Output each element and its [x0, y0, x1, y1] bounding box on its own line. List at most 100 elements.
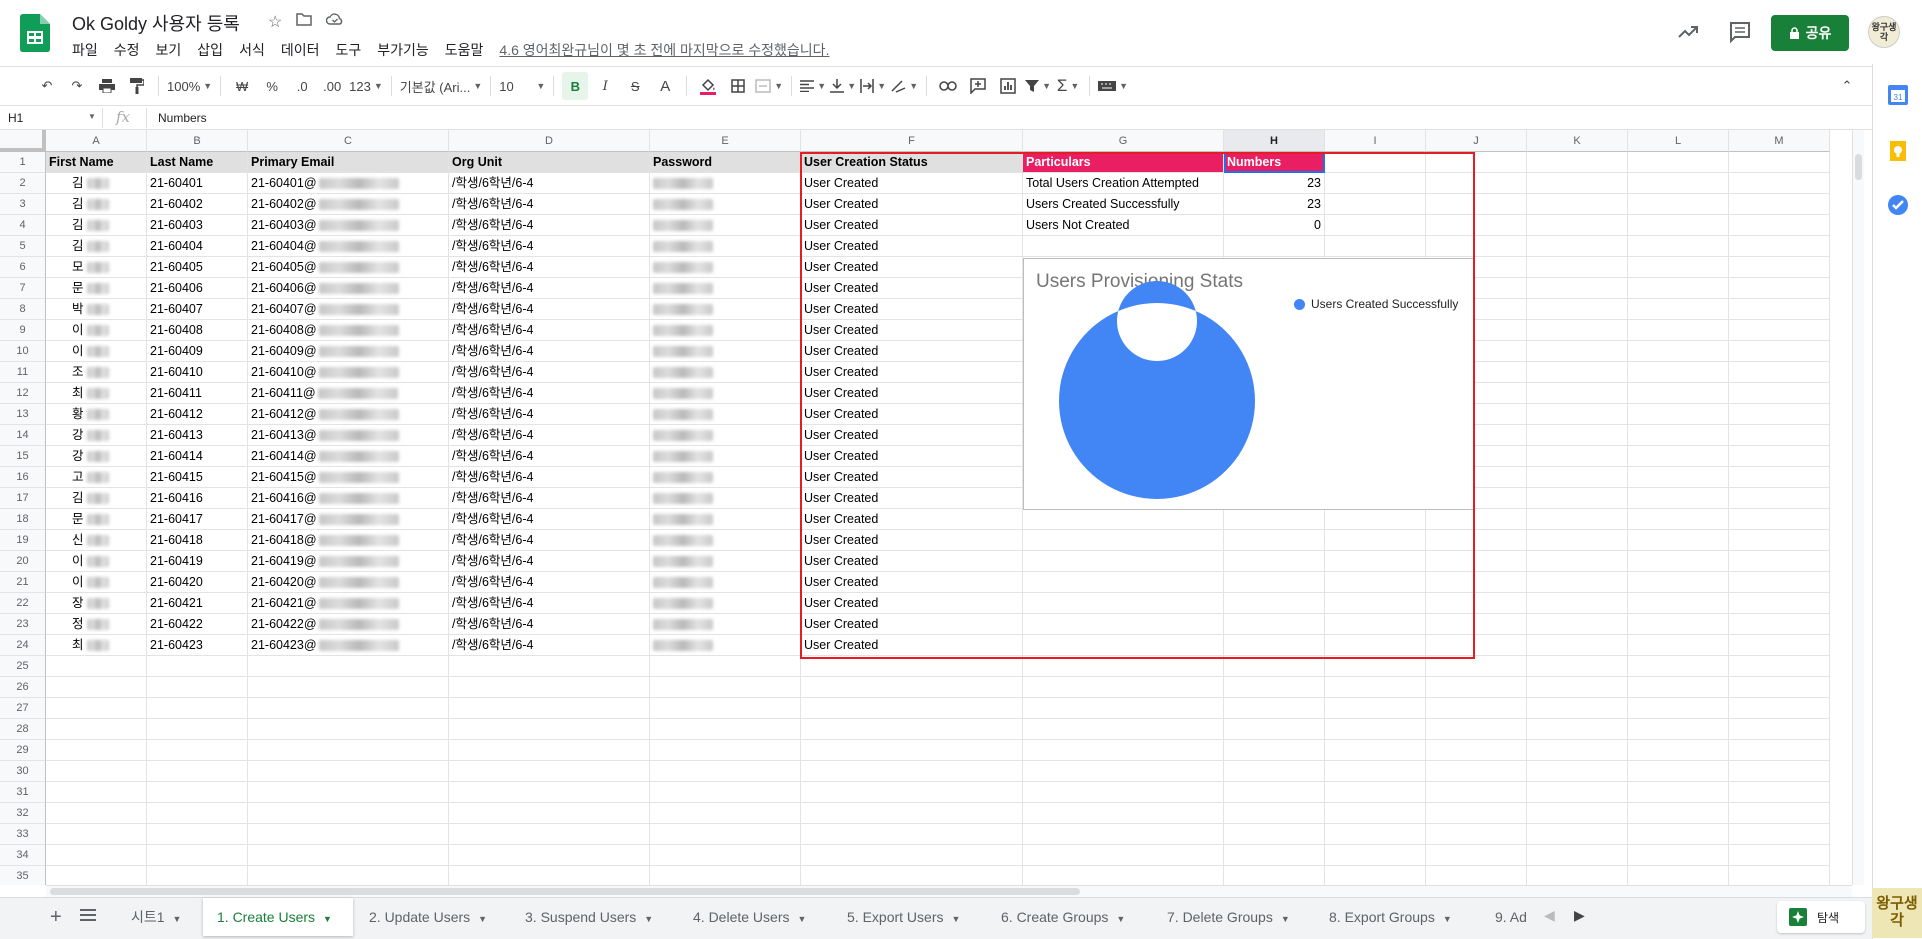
- select-all-corner[interactable]: [0, 130, 46, 152]
- empty-cell[interactable]: [801, 782, 1023, 803]
- empty-cell[interactable]: [801, 803, 1023, 824]
- row-header[interactable]: 10: [0, 341, 46, 362]
- empty-cell[interactable]: [1023, 803, 1224, 824]
- menu-data[interactable]: 데이터: [273, 40, 328, 60]
- org-unit-cell[interactable]: /학생/6학년/6-4: [449, 425, 650, 446]
- empty-cell[interactable]: [1628, 341, 1729, 362]
- currency-format-button[interactable]: ₩: [229, 72, 255, 100]
- row-header[interactable]: 15: [0, 446, 46, 467]
- empty-cell[interactable]: [1729, 320, 1830, 341]
- status-cell[interactable]: User Created: [801, 215, 1023, 236]
- empty-cell[interactable]: [248, 656, 449, 677]
- column-header-f[interactable]: F: [801, 130, 1023, 152]
- empty-cell[interactable]: [1224, 656, 1325, 677]
- status-cell[interactable]: User Created: [801, 551, 1023, 572]
- zoom-select[interactable]: 100% ▼: [167, 72, 212, 100]
- donut-slice-users-created-successfully[interactable]: [1058, 281, 1255, 499]
- org-unit-cell[interactable]: /학생/6학년/6-4: [449, 383, 650, 404]
- password-cell[interactable]: [650, 404, 801, 425]
- empty-cell[interactable]: [650, 719, 801, 740]
- empty-cell[interactable]: [1729, 656, 1830, 677]
- empty-cell[interactable]: [1527, 383, 1628, 404]
- empty-cell[interactable]: [1527, 656, 1628, 677]
- empty-cell[interactable]: [1628, 824, 1729, 845]
- empty-cell[interactable]: [1527, 446, 1628, 467]
- email-cell[interactable]: 21-60413@: [248, 425, 449, 446]
- empty-cell[interactable]: [650, 803, 801, 824]
- column-header-c[interactable]: C: [248, 130, 449, 152]
- row-header[interactable]: 33: [0, 824, 46, 845]
- empty-cell[interactable]: [1426, 236, 1527, 257]
- password-cell[interactable]: [650, 257, 801, 278]
- font-family-select[interactable]: 기본값 (Ari... ▼: [400, 72, 482, 100]
- email-cell[interactable]: 21-60412@: [248, 404, 449, 425]
- empty-cell[interactable]: [650, 782, 801, 803]
- empty-cell[interactable]: [1224, 614, 1325, 635]
- empty-cell[interactable]: [650, 845, 801, 866]
- first-name-cell[interactable]: 신: [46, 530, 147, 551]
- stat-label-cell[interactable]: Users Not Created: [1023, 215, 1224, 236]
- first-name-cell[interactable]: 최: [46, 635, 147, 656]
- empty-cell[interactable]: [1426, 782, 1527, 803]
- row-header[interactable]: 1: [0, 152, 46, 173]
- row-header[interactable]: 8: [0, 299, 46, 320]
- insert-comment-icon[interactable]: [965, 72, 991, 100]
- empty-cell[interactable]: [449, 866, 650, 885]
- empty-cell[interactable]: [1729, 740, 1830, 761]
- empty-cell[interactable]: [1023, 530, 1224, 551]
- tab-menu-caret-icon[interactable]: ▼: [323, 914, 332, 924]
- empty-cell[interactable]: [1729, 698, 1830, 719]
- empty-cell[interactable]: [147, 866, 248, 885]
- password-cell[interactable]: [650, 593, 801, 614]
- empty-cell[interactable]: [1527, 614, 1628, 635]
- org-unit-cell[interactable]: /학생/6학년/6-4: [449, 341, 650, 362]
- empty-cell[interactable]: [46, 803, 147, 824]
- empty-cell[interactable]: [1527, 803, 1628, 824]
- empty-cell[interactable]: [1224, 677, 1325, 698]
- empty-cell[interactable]: [1325, 761, 1426, 782]
- empty-cell[interactable]: [449, 845, 650, 866]
- first-name-cell[interactable]: 김: [46, 236, 147, 257]
- org-unit-cell[interactable]: /학생/6학년/6-4: [449, 362, 650, 383]
- org-unit-cell[interactable]: /학생/6학년/6-4: [449, 299, 650, 320]
- status-cell[interactable]: User Created: [801, 236, 1023, 257]
- row-header[interactable]: 21: [0, 572, 46, 593]
- empty-cell[interactable]: [1325, 740, 1426, 761]
- org-unit-cell[interactable]: /학생/6학년/6-4: [449, 551, 650, 572]
- tab-menu-caret-icon[interactable]: ▼: [1116, 914, 1125, 924]
- empty-cell[interactable]: [1426, 677, 1527, 698]
- first-name-cell[interactable]: 장: [46, 593, 147, 614]
- empty-cell[interactable]: [1628, 215, 1729, 236]
- scroll-tabs-left-icon[interactable]: ◀: [1544, 907, 1555, 924]
- empty-cell[interactable]: [1527, 236, 1628, 257]
- empty-cell[interactable]: [1325, 824, 1426, 845]
- empty-cell[interactable]: [1325, 656, 1426, 677]
- last-name-cell[interactable]: 21-60411: [147, 383, 248, 404]
- sheet-tab[interactable]: 시트1 ▼: [117, 898, 201, 936]
- empty-cell[interactable]: [1325, 215, 1426, 236]
- row-header[interactable]: 26: [0, 677, 46, 698]
- row-header[interactable]: 16: [0, 467, 46, 488]
- header-last-name[interactable]: Last Name: [147, 152, 248, 173]
- empty-cell[interactable]: [801, 761, 1023, 782]
- email-cell[interactable]: 21-60415@: [248, 467, 449, 488]
- row-header[interactable]: 25: [0, 656, 46, 677]
- row-header[interactable]: 34: [0, 845, 46, 866]
- empty-cell[interactable]: [1023, 614, 1224, 635]
- empty-cell[interactable]: [1628, 383, 1729, 404]
- empty-cell[interactable]: [449, 761, 650, 782]
- first-name-cell[interactable]: 조: [46, 362, 147, 383]
- empty-cell[interactable]: [1527, 299, 1628, 320]
- empty-cell[interactable]: [1426, 803, 1527, 824]
- italic-button[interactable]: I: [592, 72, 618, 100]
- empty-cell[interactable]: [1023, 845, 1224, 866]
- email-cell[interactable]: 21-60416@: [248, 488, 449, 509]
- email-cell[interactable]: 21-60410@: [248, 362, 449, 383]
- empty-cell[interactable]: [1628, 635, 1729, 656]
- sheet-tab[interactable]: 2. Update Users ▼: [355, 898, 509, 936]
- empty-cell[interactable]: [1628, 509, 1729, 530]
- first-name-cell[interactable]: 강: [46, 425, 147, 446]
- google-sheets-logo-icon[interactable]: [20, 14, 50, 52]
- empty-cell[interactable]: [1224, 551, 1325, 572]
- empty-cell[interactable]: [1426, 194, 1527, 215]
